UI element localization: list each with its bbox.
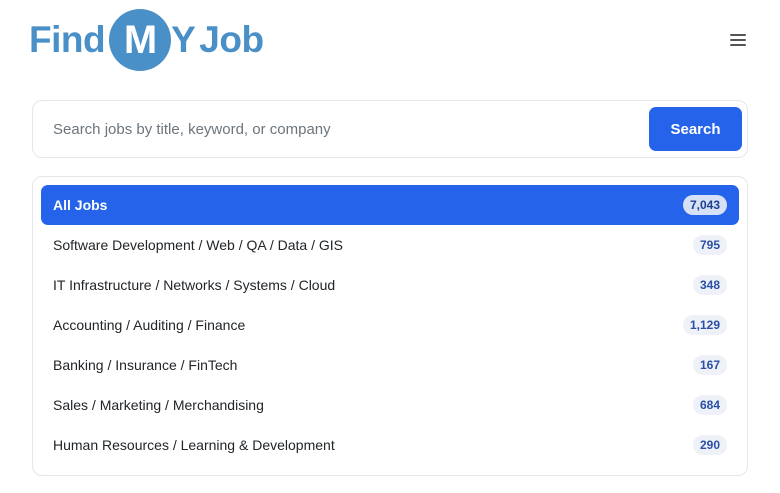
hamburger-line [730,39,746,41]
count-badge: 7,043 [682,195,727,215]
category-label: Software Development / Web / QA / Data /… [53,237,343,253]
hamburger-icon[interactable] [724,28,752,52]
logo-text-job: Job [199,19,264,60]
category-item-human-resources[interactable]: Human Resources / Learning & Development… [41,425,739,465]
category-item-accounting[interactable]: Accounting / Auditing / Finance 1,129 [41,305,739,345]
search-button[interactable]: Search [649,107,742,151]
count-badge: 684 [692,395,727,415]
category-list-card: All Jobs 7,043 Software Development / We… [32,176,748,476]
count-badge: 167 [692,355,727,375]
logo[interactable]: Find M Y Job [29,9,264,71]
count-badge: 795 [692,235,727,255]
logo-text-y: Y [171,19,196,60]
category-label: Banking / Insurance / FinTech [53,357,238,373]
category-label: Accounting / Auditing / Finance [53,317,246,333]
logo-circle-m: M [109,9,172,71]
category-item-all-jobs[interactable]: All Jobs 7,043 [41,185,739,225]
category-item-software-development[interactable]: Software Development / Web / QA / Data /… [41,225,739,265]
category-list: All Jobs 7,043 Software Development / We… [41,185,739,465]
category-label: IT Infrastructure / Networks / Systems /… [53,277,336,293]
category-label: All Jobs [53,197,108,213]
search-bar: Search [32,100,748,158]
count-badge: 1,129 [682,315,727,335]
count-badge: 290 [692,435,727,455]
category-item-sales-marketing[interactable]: Sales / Marketing / Merchandising 684 [41,385,739,425]
count-badge: 348 [692,275,727,295]
category-label: Sales / Marketing / Merchandising [53,397,264,413]
category-item-banking[interactable]: Banking / Insurance / FinTech 167 [41,345,739,385]
category-label: Human Resources / Learning & Development [53,437,335,453]
category-item-it-infrastructure[interactable]: IT Infrastructure / Networks / Systems /… [41,265,739,305]
hamburger-line [730,34,746,36]
search-input[interactable] [41,107,641,151]
logo-text-find: Find [29,19,106,60]
hamburger-line [730,44,746,46]
header: Find M Y Job [0,0,780,80]
